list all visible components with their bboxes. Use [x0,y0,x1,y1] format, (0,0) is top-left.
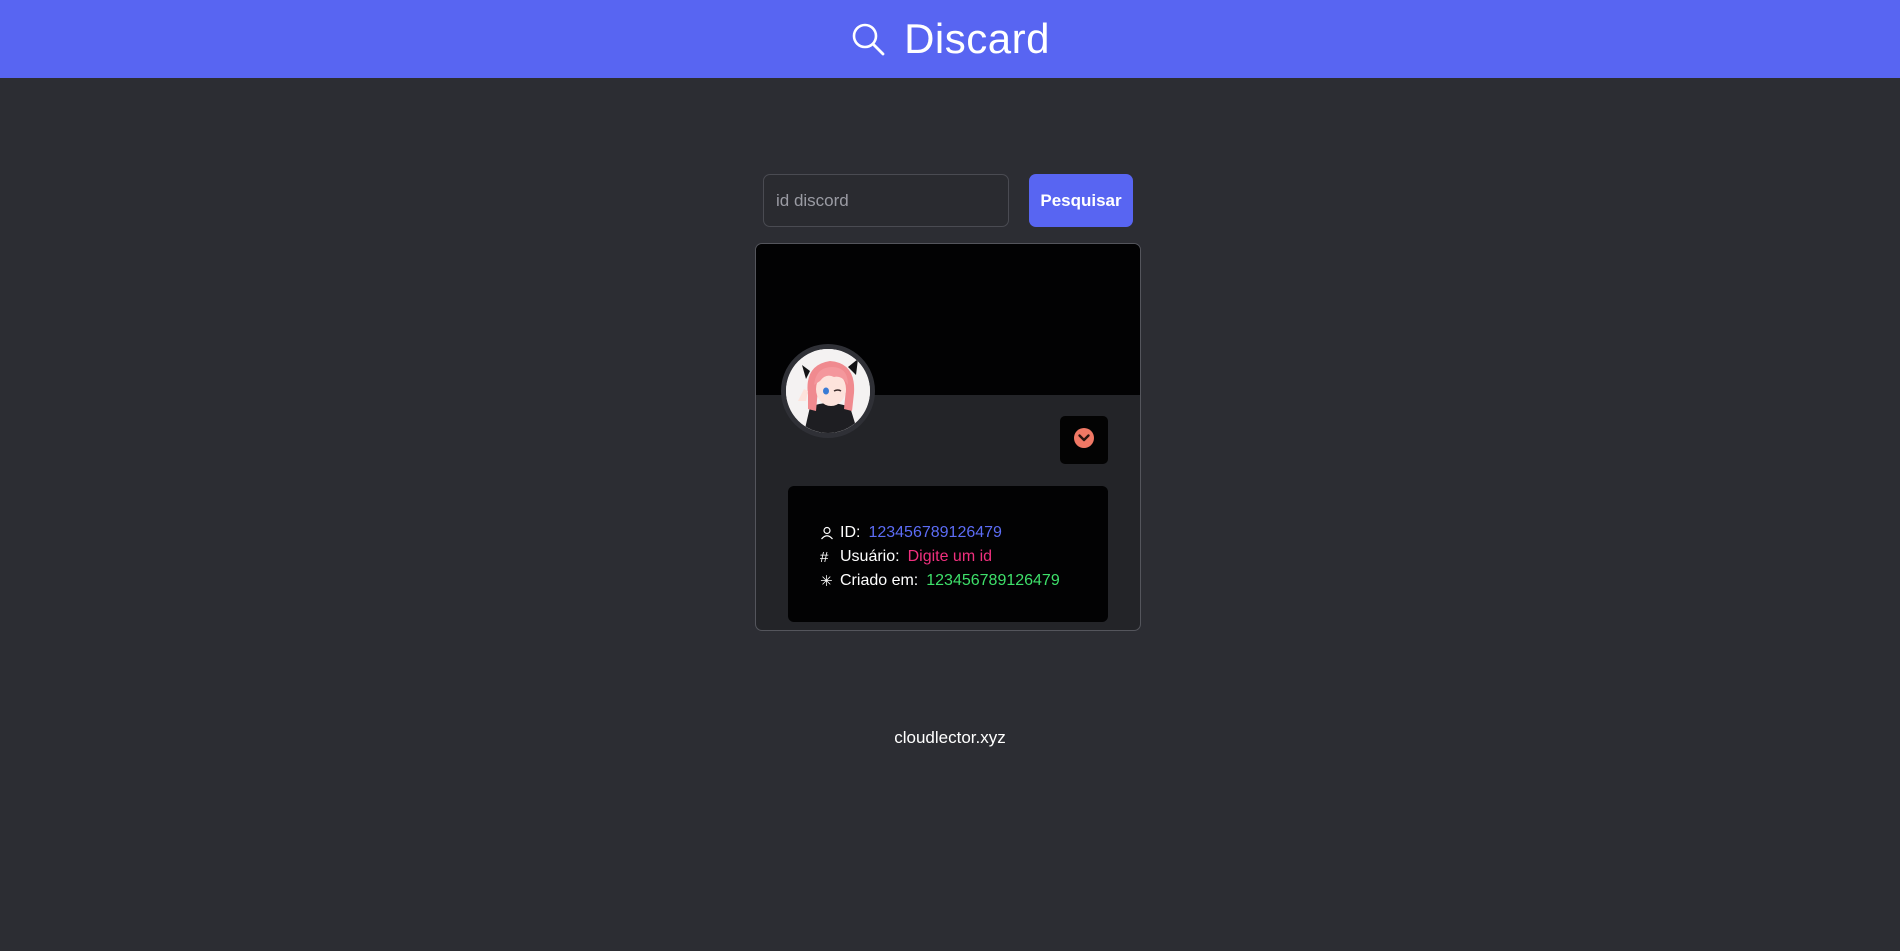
info-row-id: ID: 123456789126479 [820,521,1108,545]
id-label: ID: [840,524,861,541]
badge-button[interactable] [1060,416,1108,464]
id-value: 123456789126479 [868,524,1002,541]
user-icon [820,526,840,540]
user-value: Digite um id [907,548,993,565]
search-form: Pesquisar [763,174,1133,227]
footer-domain[interactable]: cloudlector.xyz [0,728,1900,748]
search-button[interactable]: Pesquisar [1029,174,1133,227]
info-row-created: ✳ Criado em: 123456789126479 [820,569,1108,593]
info-row-user: # Usuário: Digite um id [820,545,1108,569]
search-icon [850,21,886,57]
created-value: 123456789126479 [926,572,1060,589]
profile-card: ID: 123456789126479 # Usuário: Digite um… [755,243,1141,631]
user-label: Usuário: [840,548,900,565]
chevron-down-circle-icon [1073,427,1095,454]
hash-icon: # [820,548,829,566]
app-title: Discard [904,15,1050,62]
top-bar: Discard [0,0,1900,78]
created-label: Criado em: [840,572,919,589]
brand[interactable]: Discard [850,15,1050,63]
user-info-panel: ID: 123456789126479 # Usuário: Digite um… [788,486,1108,622]
discord-id-input[interactable] [763,174,1009,227]
asterisk-icon: ✳ [820,573,833,590]
avatar [781,344,875,438]
